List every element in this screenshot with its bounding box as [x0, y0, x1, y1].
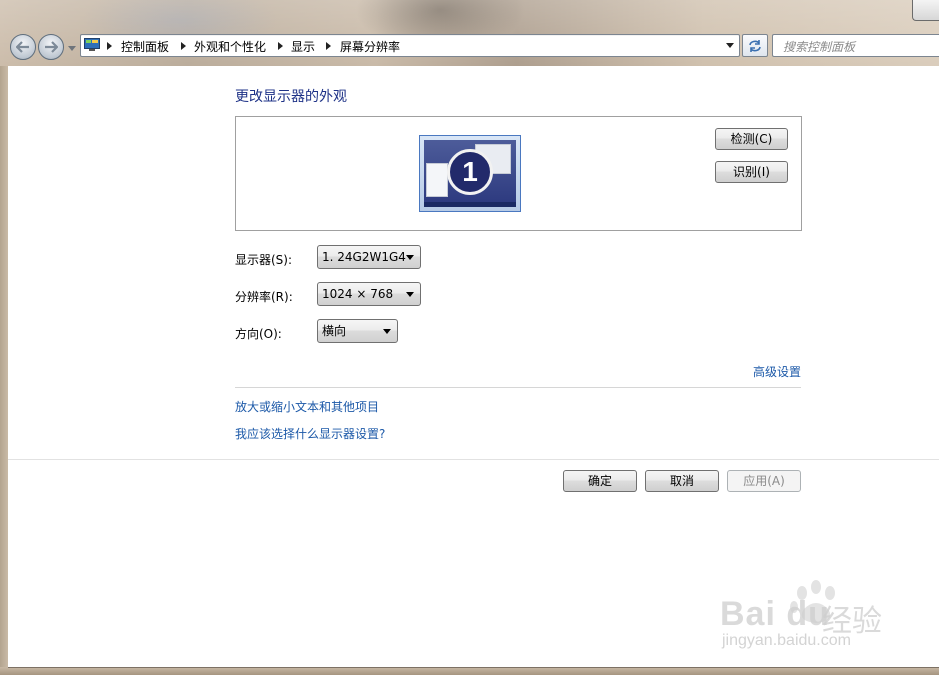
display-select-value: 1. 24G2W1G4	[322, 250, 406, 264]
monitor-1-thumbnail[interactable]: 1	[419, 135, 521, 212]
breadcrumb-screen-resolution[interactable]: 屏幕分辨率	[340, 38, 400, 55]
resolution-label: 分辨率(R):	[235, 290, 293, 304]
back-arrow-icon	[16, 41, 29, 53]
close-button[interactable]	[912, 0, 939, 21]
advanced-settings-link[interactable]: 高级设置	[753, 363, 801, 380]
breadcrumb-control-panel[interactable]: 控制面板	[121, 38, 169, 55]
monitor-preview-panel: 1 检测(C) 识别(I)	[235, 116, 802, 231]
forward-arrow-icon	[45, 41, 58, 53]
back-button[interactable]	[10, 34, 36, 60]
breadcrumb-separator-icon[interactable]	[107, 42, 112, 50]
breadcrumb-display[interactable]: 显示	[291, 38, 315, 55]
orientation-select-value: 横向	[322, 324, 347, 338]
breadcrumb-separator-icon[interactable]	[278, 42, 283, 50]
orientation-select[interactable]: 横向	[317, 319, 398, 343]
watermark-url: jingyan.baidu.com	[722, 632, 851, 649]
address-bar[interactable]: 控制面板 外观和个性化 显示 屏幕分辨率	[80, 34, 740, 57]
address-dropdown-icon[interactable]	[726, 43, 734, 48]
divider	[235, 387, 801, 388]
resolution-select[interactable]: 1024 × 768	[317, 282, 421, 306]
apply-button[interactable]: 应用(A)	[727, 470, 801, 492]
forward-button[interactable]	[38, 34, 64, 60]
chevron-down-icon	[406, 292, 414, 297]
refresh-icon	[749, 39, 761, 52]
breadcrumb-appearance[interactable]: 外观和个性化	[194, 38, 266, 55]
breadcrumb-separator-icon[interactable]	[181, 42, 186, 50]
identify-button[interactable]: 识别(I)	[715, 161, 788, 183]
display-select[interactable]: 1. 24G2W1G4	[317, 245, 421, 269]
text-size-link[interactable]: 放大或缩小文本和其他项目	[235, 398, 379, 415]
control-panel-icon	[84, 38, 100, 51]
display-help-link[interactable]: 我应该选择什么显示器设置?	[235, 425, 385, 442]
breadcrumb-separator-icon[interactable]	[326, 42, 331, 50]
display-label: 显示器(S):	[235, 253, 293, 267]
search-placeholder: 搜索控制面板	[783, 40, 856, 54]
refresh-button[interactable]	[742, 34, 768, 57]
watermark-brand: Bai du	[720, 595, 830, 633]
orientation-label: 方向(O):	[235, 327, 282, 341]
window-bottom-border	[0, 667, 939, 675]
history-dropdown[interactable]	[67, 43, 77, 53]
chevron-down-icon	[68, 45, 76, 51]
resolution-select-value: 1024 × 768	[322, 287, 394, 301]
chevron-down-icon	[406, 255, 414, 260]
footer-divider	[8, 459, 939, 460]
detect-button[interactable]: 检测(C)	[715, 128, 788, 150]
search-input[interactable]: 搜索控制面板	[772, 34, 939, 57]
monitor-taskbar	[424, 202, 516, 207]
cancel-button[interactable]: 取消	[645, 470, 719, 492]
page-title: 更改显示器的外观	[235, 89, 347, 105]
ok-button[interactable]: 确定	[563, 470, 637, 492]
monitor-number-badge: 1	[447, 149, 493, 195]
monitor-window-icon	[426, 163, 448, 197]
window-left-border	[0, 66, 8, 675]
chevron-down-icon	[383, 329, 391, 334]
